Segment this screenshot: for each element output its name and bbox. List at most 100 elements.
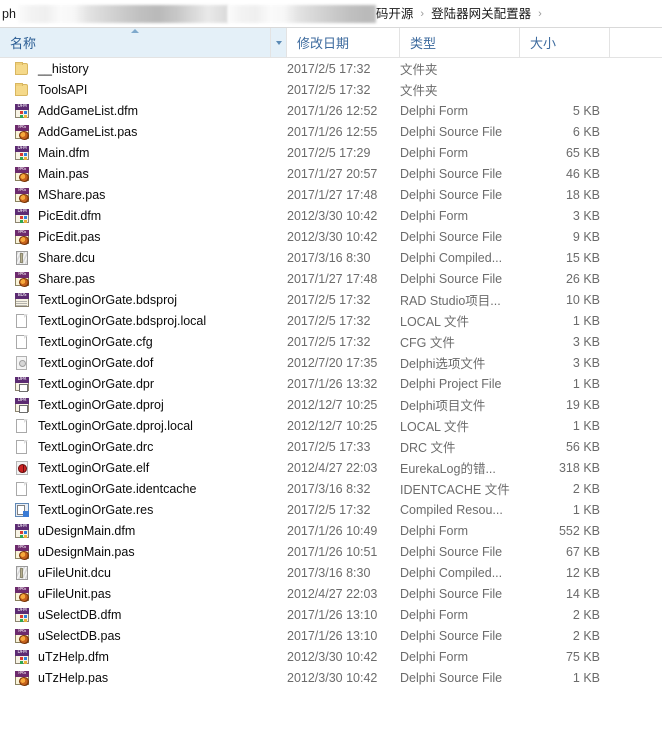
- file-name-cell[interactable]: DPR TextLoginOrGate.dpr: [0, 376, 287, 392]
- page-icon: [14, 481, 30, 497]
- file-name-cell[interactable]: DFM uDesignMain.dfm: [0, 523, 287, 539]
- column-options-dropdown[interactable]: [271, 28, 287, 57]
- table-row[interactable]: ToolsAPI 2017/2/5 17:32 文件夹: [0, 79, 662, 100]
- table-row[interactable]: DFM uSelectDB.dfm 2017/1/26 13:10 Delphi Fo…: [0, 604, 662, 625]
- file-date-cell: 2017/1/27 17:48: [287, 187, 378, 202]
- table-row[interactable]: DFM AddGameList.dfm 2017/1/26 12:52 Delphi …: [0, 100, 662, 121]
- table-row[interactable]: PAS PicEdit.pas 2012/3/30 10:42 Delphi Sour…: [0, 226, 662, 247]
- file-date-cell: 2017/2/5 17:32: [287, 61, 371, 76]
- file-name-cell[interactable]: PAS uFileUnit.pas: [0, 586, 287, 602]
- file-name-cell[interactable]: DFM uSelectDB.dfm: [0, 607, 287, 623]
- table-row[interactable]: PAS MShare.pas 2017/1/27 17:48 Delphi Sourc…: [0, 184, 662, 205]
- file-size-cell: 65 KB: [565, 145, 600, 160]
- file-name-cell[interactable]: __history: [0, 61, 287, 77]
- file-name-cell[interactable]: BDS TextLoginOrGate.bdsproj: [0, 292, 287, 308]
- file-name-cell[interactable]: Share.dcu: [0, 250, 287, 266]
- table-row[interactable]: BDS TextLoginOrGate.bdsproj 2017/2/5 17:32…: [0, 289, 662, 310]
- dfm-icon: DFM: [14, 523, 30, 539]
- table-row[interactable]: Share.dcu 2017/3/16 8:30 Delphi Compiled..…: [0, 247, 662, 268]
- file-name-cell[interactable]: PAS AddGameList.pas: [0, 124, 287, 140]
- file-type-cell: Delphi Form: [400, 103, 469, 118]
- table-row[interactable]: TextLoginOrGate.cfg 2017/2/5 17:32 CFG 文件 3…: [0, 331, 662, 352]
- column-header-row: 名称 修改日期 类型 大小: [0, 28, 662, 58]
- file-name-cell[interactable]: DFM AddGameList.dfm: [0, 103, 287, 119]
- file-name-cell[interactable]: ToolsAPI: [0, 82, 287, 98]
- table-row[interactable]: DFM uTzHelp.dfm 2012/3/30 10:42 Delphi Form…: [0, 646, 662, 667]
- table-row[interactable]: PAS uSelectDB.pas 2017/1/26 13:10 Delphi So…: [0, 625, 662, 646]
- file-name-cell[interactable]: PAS uTzHelp.pas: [0, 670, 287, 686]
- folder-icon: [14, 82, 30, 98]
- table-row[interactable]: TextLoginOrGate.bdsproj.local 2017/2/5 17…: [0, 310, 662, 331]
- file-name-label: ToolsAPI: [38, 82, 88, 97]
- file-type-cell: Delphi Source File: [400, 586, 503, 601]
- file-name-cell[interactable]: PAS uDesignMain.pas: [0, 544, 287, 560]
- file-type-cell: Delphi Form: [400, 523, 469, 538]
- file-size-cell: 552 KB: [558, 523, 600, 538]
- table-row[interactable]: TextLoginOrGate.elf 2012/4/27 22:03 Eureka…: [0, 457, 662, 478]
- table-row[interactable]: DFM Main.dfm 2017/2/5 17:29 Delphi Form 65 K…: [0, 142, 662, 163]
- table-row[interactable]: DPR TextLoginOrGate.dproj 2012/12/7 10:25 D…: [0, 394, 662, 415]
- file-name-label: TextLoginOrGate.identcache: [38, 481, 197, 496]
- breadcrumb-item-2[interactable]: 登陆器网关配置器: [431, 0, 531, 27]
- file-name-cell[interactable]: PAS Main.pas: [0, 166, 287, 182]
- file-name-cell[interactable]: TextLoginOrGate.elf: [0, 460, 287, 476]
- table-row[interactable]: TextLoginOrGate.identcache 2017/3/16 8:32…: [0, 478, 662, 499]
- pas-icon: PAS: [14, 187, 30, 203]
- table-row[interactable]: TextLoginOrGate.drc 2017/2/5 17:33 DRC 文件 5…: [0, 436, 662, 457]
- table-row[interactable]: PAS uTzHelp.pas 2012/3/30 10:42 Delphi Sour…: [0, 667, 662, 688]
- file-name-cell[interactable]: TextLoginOrGate.dproj.local: [0, 418, 287, 434]
- file-name-cell[interactable]: TextLoginOrGate.cfg: [0, 334, 287, 350]
- file-type-cell: Delphi Source File: [400, 628, 503, 643]
- file-name-cell[interactable]: TextLoginOrGate.res: [0, 502, 287, 518]
- table-row[interactable]: TextLoginOrGate.dof 2012/7/20 17:35 Delphi…: [0, 352, 662, 373]
- file-list[interactable]: __history 2017/2/5 17:32 文件夹 ToolsAPI 2017/2…: [0, 58, 662, 688]
- column-header-type[interactable]: 类型: [400, 28, 520, 57]
- table-row[interactable]: __history 2017/2/5 17:32 文件夹: [0, 58, 662, 79]
- breadcrumb-separator-icon[interactable]: ›: [413, 0, 431, 27]
- table-row[interactable]: DFM uDesignMain.dfm 2017/1/26 10:49 Delphi …: [0, 520, 662, 541]
- file-name-cell[interactable]: TextLoginOrGate.drc: [0, 439, 287, 455]
- table-row[interactable]: uFileUnit.dcu 2017/3/16 8:30 Delphi Compil…: [0, 562, 662, 583]
- address-bar[interactable]: ph 码开源 › 登陆器网关配置器 ›: [0, 0, 662, 28]
- breadcrumb-separator-icon-2[interactable]: ›: [531, 0, 549, 27]
- table-row[interactable]: DFM PicEdit.dfm 2012/3/30 10:42 Delphi Form…: [0, 205, 662, 226]
- table-row[interactable]: PAS Share.pas 2017/1/27 17:48 Delphi Source…: [0, 268, 662, 289]
- file-name-cell[interactable]: TextLoginOrGate.bdsproj.local: [0, 313, 287, 329]
- column-header-date-modified[interactable]: 修改日期: [287, 28, 400, 57]
- page-icon: [14, 313, 30, 329]
- file-name-cell[interactable]: DFM PicEdit.dfm: [0, 208, 287, 224]
- dfm-icon: DFM: [14, 103, 30, 119]
- file-name-cell[interactable]: PAS Share.pas: [0, 271, 287, 287]
- file-name-label: Main.pas: [38, 166, 89, 181]
- file-size-cell: 10 KB: [565, 292, 600, 307]
- table-row[interactable]: PAS uDesignMain.pas 2017/1/26 10:51 Delphi …: [0, 541, 662, 562]
- file-type-cell: CFG 文件: [400, 336, 455, 350]
- table-row[interactable]: PAS AddGameList.pas 2017/1/26 12:55 Delphi …: [0, 121, 662, 142]
- file-name-cell[interactable]: DFM uTzHelp.dfm: [0, 649, 287, 665]
- file-type-cell: Delphi Source File: [400, 166, 503, 181]
- file-type-cell: Delphi选项文件: [400, 357, 486, 371]
- file-name-cell[interactable]: DFM Main.dfm: [0, 145, 287, 161]
- file-name-cell[interactable]: TextLoginOrGate.identcache: [0, 481, 287, 497]
- table-row[interactable]: PAS Main.pas 2017/1/27 20:57 Delphi Source …: [0, 163, 662, 184]
- table-row[interactable]: PAS uFileUnit.pas 2012/4/27 22:03 Delphi So…: [0, 583, 662, 604]
- file-size-cell: 318 KB: [558, 460, 600, 475]
- address-redacted-segment-2: [227, 4, 376, 23]
- column-header-size[interactable]: 大小: [520, 28, 610, 57]
- file-size-cell: 1 KB: [572, 670, 600, 685]
- file-name-cell[interactable]: DPR TextLoginOrGate.dproj: [0, 397, 287, 413]
- file-name-cell[interactable]: PAS MShare.pas: [0, 187, 287, 203]
- file-date-cell: 2017/1/26 10:51: [287, 544, 378, 559]
- file-name-label: TextLoginOrGate.dof: [38, 355, 154, 370]
- file-name-label: TextLoginOrGate.drc: [38, 439, 154, 454]
- file-name-cell[interactable]: PAS PicEdit.pas: [0, 229, 287, 245]
- table-row[interactable]: TextLoginOrGate.dproj.local 2012/12/7 10:…: [0, 415, 662, 436]
- table-row[interactable]: DPR TextLoginOrGate.dpr 2017/1/26 13:32 Del…: [0, 373, 662, 394]
- file-name-cell[interactable]: uFileUnit.dcu: [0, 565, 287, 581]
- breadcrumb-item-1[interactable]: 码开源: [376, 0, 414, 27]
- file-name-cell[interactable]: PAS uSelectDB.pas: [0, 628, 287, 644]
- file-name-cell[interactable]: TextLoginOrGate.dof: [0, 355, 287, 371]
- column-header-name[interactable]: 名称: [0, 28, 271, 57]
- file-type-cell: Delphi Source File: [400, 271, 503, 286]
- table-row[interactable]: TextLoginOrGate.res 2017/2/5 17:32 Compile…: [0, 499, 662, 520]
